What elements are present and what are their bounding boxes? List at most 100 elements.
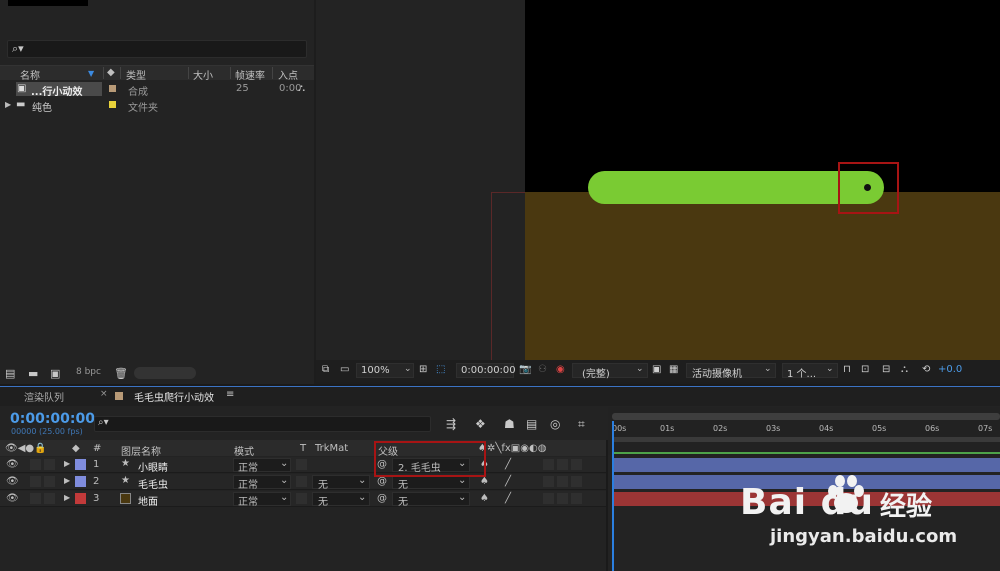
- new-comp-icon[interactable]: ▣: [50, 367, 60, 380]
- sort-arrow-icon[interactable]: ▼: [88, 69, 94, 78]
- quality-switch-icon[interactable]: ╱: [505, 459, 511, 470]
- comp-mini-flowchart-icon[interactable]: ⇶: [446, 417, 456, 431]
- chevron-down-icon: ⌄: [280, 458, 289, 469]
- render-bar: [612, 452, 1000, 454]
- pick-whip-icon[interactable]: @: [377, 476, 387, 487]
- col-fps[interactable]: 帧速率: [235, 67, 265, 82]
- chevron-down-icon: ⌄: [404, 364, 412, 374]
- comp-background: [525, 0, 1000, 192]
- layer-search-input[interactable]: [94, 416, 431, 432]
- project-scrollbar[interactable]: [134, 367, 196, 379]
- label-swatch[interactable]: [109, 101, 116, 108]
- shape-layer-icon: ★: [121, 475, 130, 486]
- shy-switch-icon[interactable]: ♠: [480, 493, 489, 504]
- shy-layers-icon[interactable]: ☗: [504, 417, 515, 431]
- tab-comp[interactable]: 毛毛虫爬行小动效: [134, 389, 214, 404]
- graph-editor-icon[interactable]: ⌗: [578, 417, 585, 432]
- switches-icon: ♠✲╲fx▣◉◐◍: [478, 443, 547, 454]
- pick-whip-icon[interactable]: @: [377, 493, 387, 504]
- chevron-down-icon: ⌄: [458, 492, 467, 503]
- interpret-footage-icon[interactable]: ▤: [5, 367, 15, 380]
- draft-3d-icon[interactable]: ❖: [475, 417, 486, 431]
- search-icon[interactable]: ⌕▾: [98, 417, 109, 428]
- layer-bar[interactable]: [612, 458, 1000, 472]
- label-swatch[interactable]: [109, 85, 116, 92]
- label-tag-icon: ◆: [72, 443, 80, 454]
- solid-layer-icon: [120, 493, 131, 504]
- show-snapshot-icon[interactable]: ⚇: [538, 364, 547, 375]
- folder-icon: ▬: [16, 99, 26, 110]
- tag-icon[interactable]: ◆: [107, 67, 115, 78]
- paw-logo-icon: [828, 475, 864, 513]
- color-channel-icon[interactable]: ◉: [556, 364, 565, 375]
- always-preview-icon[interactable]: ⧉: [322, 364, 329, 375]
- expand-arrow-icon[interactable]: ▶: [64, 476, 70, 485]
- bpc-button[interactable]: 8 bpc: [76, 367, 101, 377]
- playhead[interactable]: [612, 421, 614, 571]
- col-name[interactable]: 名称: [20, 67, 40, 82]
- viewer-toolbar: ⧉ ▭ 100% ⌄ ⊞ ⬚ 0:00:00:00 📷 ⚇ ◉ (完整) ⌄ ▣…: [316, 360, 1000, 382]
- current-time[interactable]: 0:00:00:00: [10, 411, 95, 427]
- new-folder-icon[interactable]: ▬: [28, 367, 38, 380]
- project-search-input[interactable]: [7, 40, 307, 58]
- fast-preview-icon[interactable]: ⊡: [861, 364, 869, 375]
- col-in[interactable]: 入点: [278, 67, 298, 82]
- close-icon[interactable]: ×: [100, 389, 108, 399]
- project-item-comp[interactable]: ▣ ...行小动效 合成 25 0:00 ⛬: [0, 81, 314, 98]
- region-of-interest-icon[interactable]: ▣: [652, 364, 661, 375]
- chevron-down-icon: ⌄: [280, 475, 289, 486]
- trash-icon[interactable]: 🗑: [114, 367, 128, 380]
- frame-blending-icon[interactable]: ▤: [526, 417, 537, 431]
- quality-switch-icon[interactable]: ╱: [505, 476, 511, 487]
- mask-icon[interactable]: ⬚: [436, 364, 445, 375]
- col-type[interactable]: 类型: [126, 67, 146, 82]
- comp-label-swatch: [115, 392, 123, 400]
- search-icon[interactable]: ⌕▾: [12, 42, 24, 56]
- layer-color[interactable]: [75, 493, 86, 504]
- grid-icon[interactable]: ⊞: [419, 364, 427, 375]
- time-navigator[interactable]: [612, 413, 1000, 420]
- flowchart-icon[interactable]: ⛬: [901, 364, 908, 375]
- frame-rate: 00000 (25.00 fps): [11, 427, 83, 436]
- layer-row[interactable]: 👁 ▶ 2 ★ 毛毛虫 正常 ⌄ 无 ⌄ @ 无 ⌄ ♠ ╱: [0, 474, 608, 491]
- eye-icon[interactable]: 👁: [6, 493, 19, 504]
- motion-blur-icon[interactable]: ◎: [550, 417, 560, 431]
- eye-highlight-box: [838, 162, 899, 214]
- expand-arrow-icon[interactable]: ▶: [5, 100, 11, 109]
- layer-row[interactable]: 👁 ▶ 1 ★ 小眼睛 正常 ⌄ @ 2. 毛毛虫 ⌄ ♠ ╱: [0, 457, 608, 474]
- parent-highlight-box: [374, 441, 486, 477]
- tab-render-queue[interactable]: 渲染队列: [24, 389, 64, 404]
- shy-switch-icon[interactable]: ♠: [480, 476, 489, 487]
- monitor-icon[interactable]: ▭: [340, 364, 349, 375]
- quality-switch-icon[interactable]: ╱: [505, 493, 511, 504]
- expand-arrow-icon[interactable]: ▶: [64, 493, 70, 502]
- project-item-folder[interactable]: ▶ ▬ 纯色 文件夹: [0, 97, 314, 114]
- eye-icon[interactable]: 👁: [6, 459, 19, 470]
- expand-arrow-icon[interactable]: ▶: [64, 459, 70, 468]
- av-features-icon: 👁◀●🔒: [5, 443, 47, 454]
- layer-color[interactable]: [75, 459, 86, 470]
- col-size[interactable]: 大小: [193, 67, 213, 82]
- snapshot-icon[interactable]: 📷: [519, 364, 531, 375]
- comp-icon: ▣: [17, 83, 27, 94]
- project-column-header: 名称 ▼ ◆ 类型 大小 帧速率 入点: [0, 65, 314, 82]
- watermark-url: jingyan.baidu.com: [770, 526, 958, 547]
- toggle-pixel-aspect-icon[interactable]: ⊓: [843, 364, 851, 375]
- exposure-value[interactable]: +0.0: [938, 364, 962, 375]
- menu-icon[interactable]: ≡: [226, 389, 234, 400]
- ground-layer-outline: [491, 192, 525, 360]
- chevron-down-icon: ⌄: [636, 364, 644, 374]
- project-thumbnail: [8, 0, 88, 6]
- watermark-cn-text: 经验: [880, 492, 933, 522]
- flowchart-icon[interactable]: ⛬: [298, 83, 305, 94]
- transparency-grid-icon[interactable]: ▦: [669, 364, 678, 375]
- layer-color[interactable]: [75, 476, 86, 487]
- timeline-icon[interactable]: ⊟: [882, 364, 890, 375]
- chevron-down-icon: ⌄: [764, 364, 772, 374]
- layer-row[interactable]: 👁 ▶ 3 地面 正常 ⌄ 无 ⌄ @ 无 ⌄ ♠ ╱: [0, 491, 608, 508]
- eye-icon[interactable]: 👁: [6, 476, 19, 487]
- work-area-bar[interactable]: [612, 437, 1000, 442]
- reset-exposure-icon[interactable]: ⟲: [922, 364, 930, 375]
- timeline-splitter[interactable]: [606, 440, 608, 571]
- ground-layer[interactable]: [525, 192, 1000, 360]
